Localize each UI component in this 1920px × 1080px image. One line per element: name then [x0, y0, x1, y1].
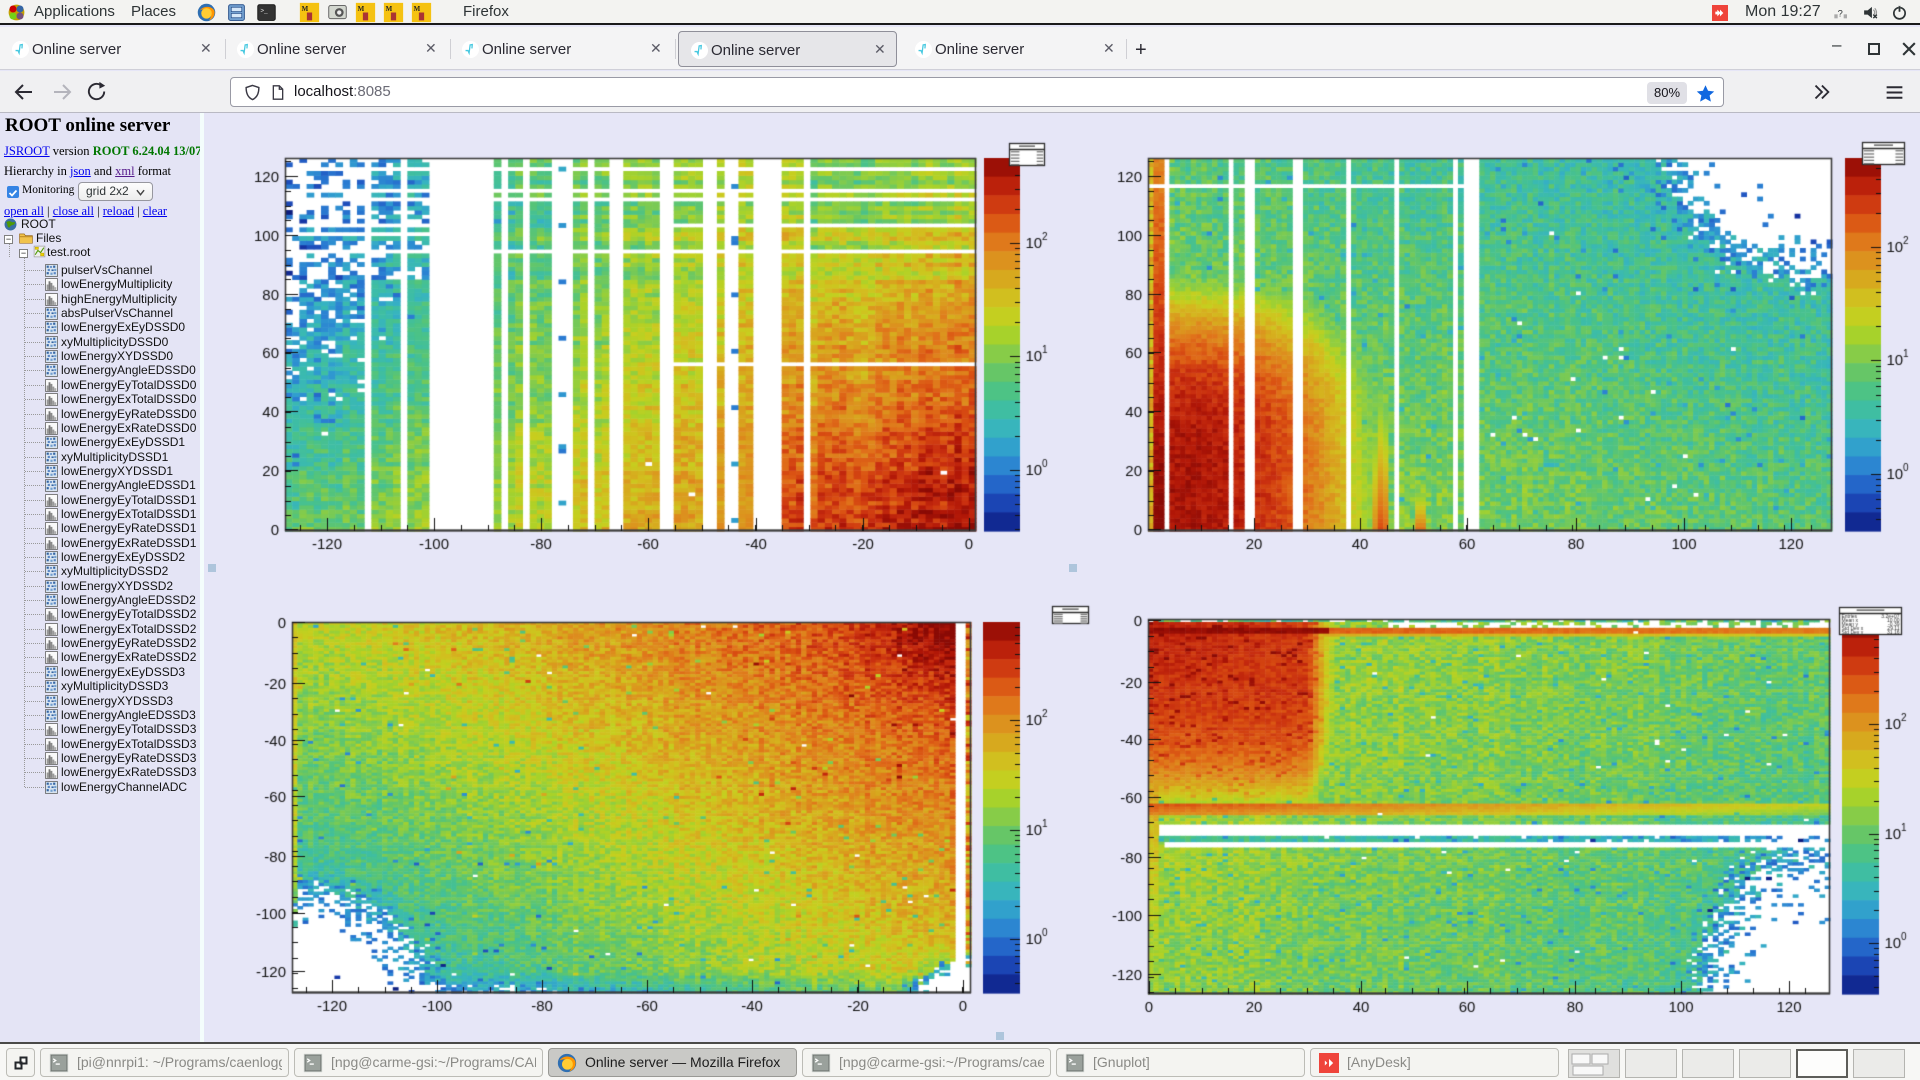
svg-text:M: M — [358, 5, 365, 13]
svg-text:M: M — [302, 5, 309, 13]
svg-text:>_: >_ — [260, 8, 268, 15]
svg-text:M: M — [386, 5, 393, 13]
svg-text:M: M — [414, 5, 421, 13]
svg-text:?: ? — [1838, 8, 1843, 18]
